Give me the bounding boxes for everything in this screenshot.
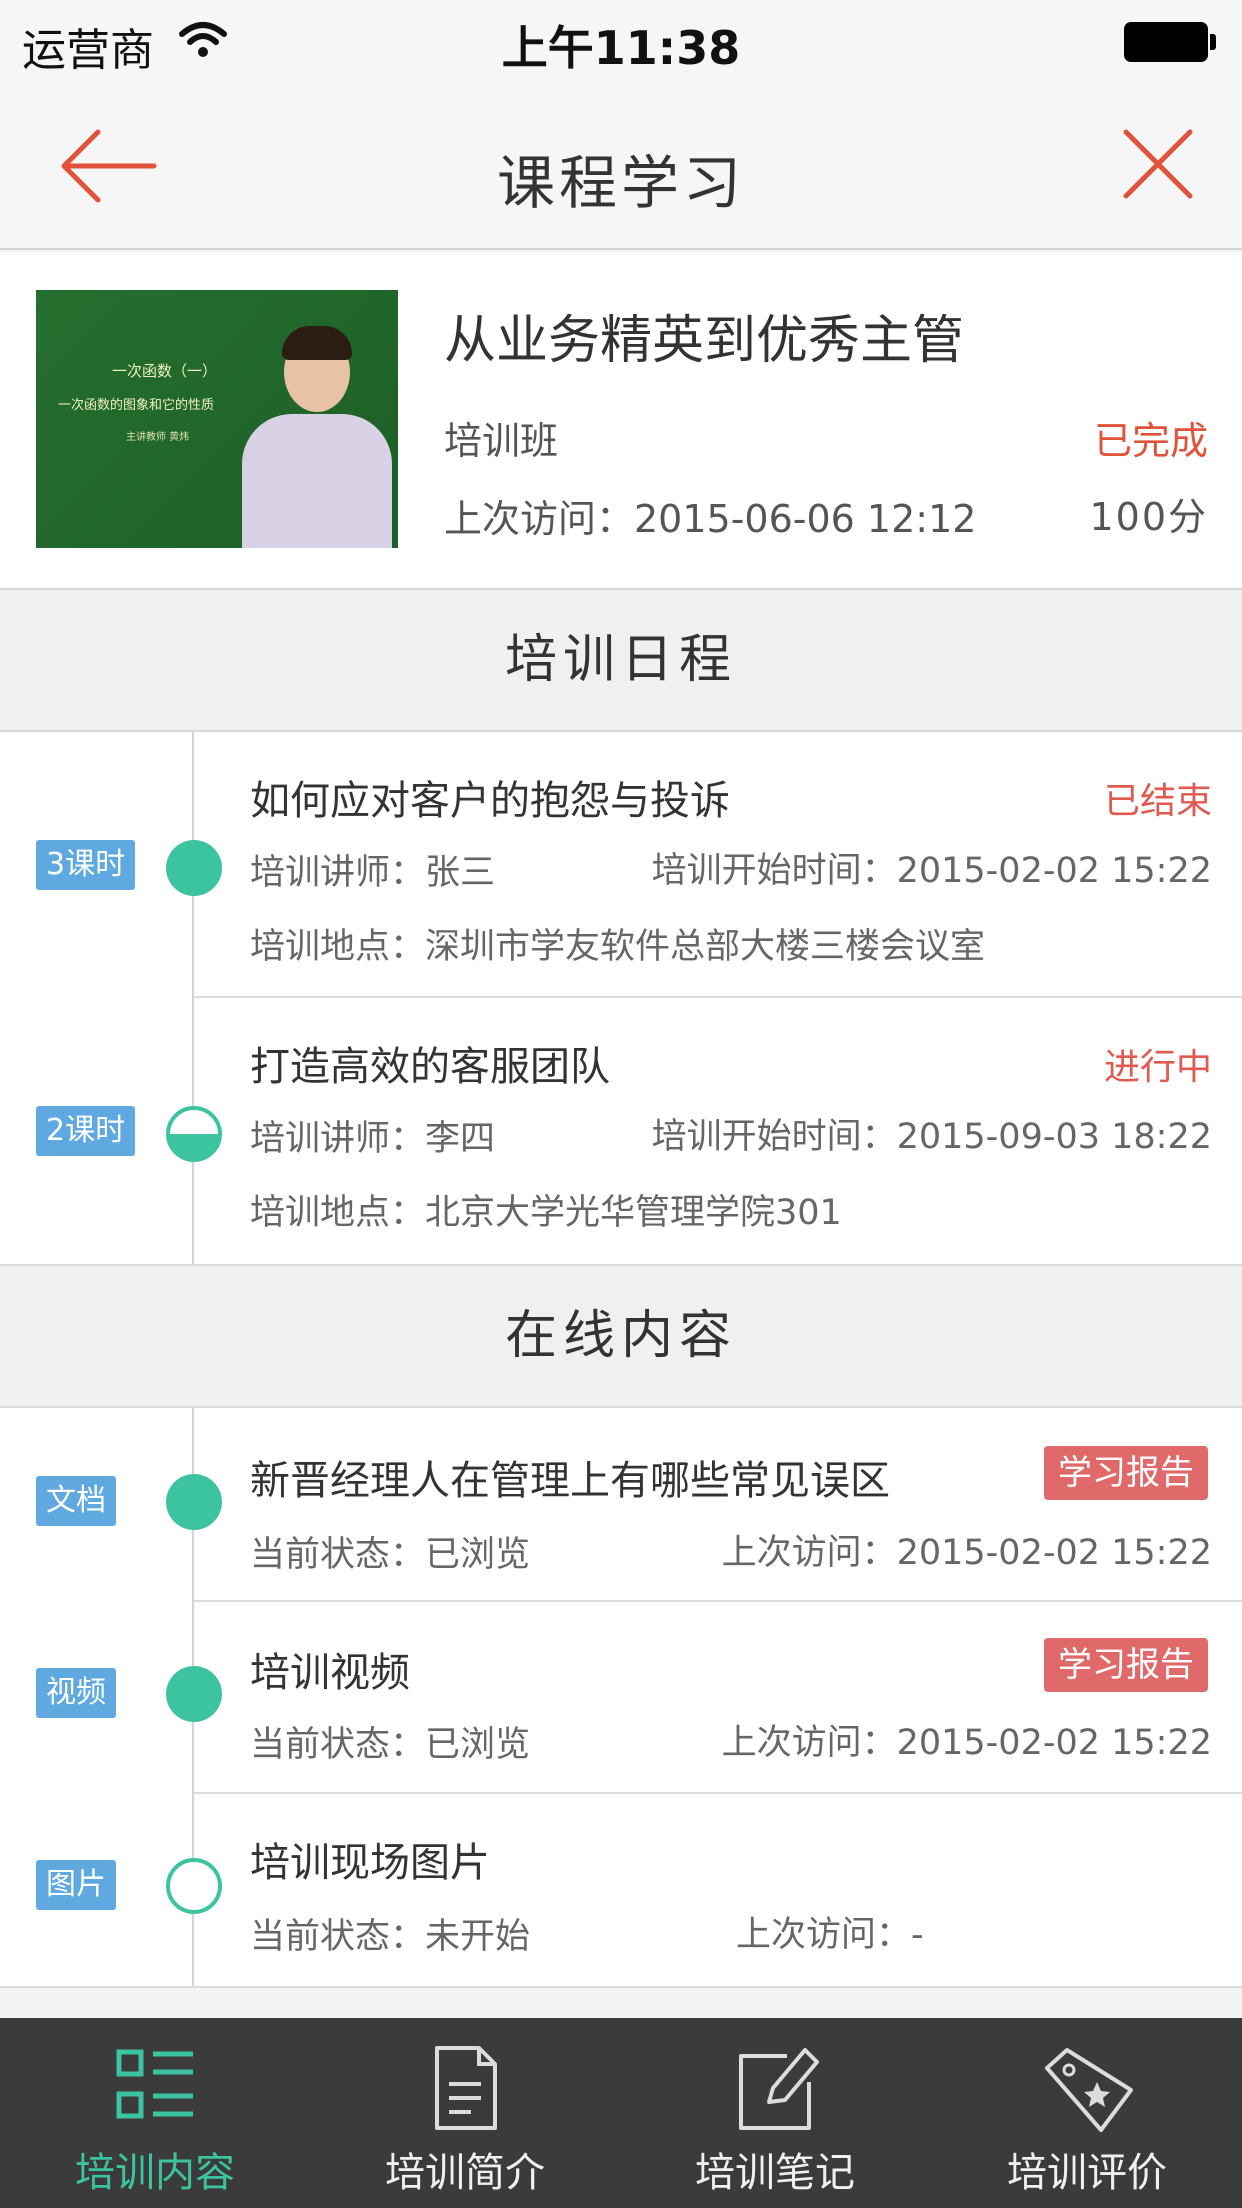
thumbnail-line-1: 一次函数（一） xyxy=(112,362,218,380)
schedule-title: 如何应对客户的抱怨与投诉 xyxy=(250,778,730,824)
study-report-button[interactable]: 学习报告 xyxy=(1044,1638,1208,1692)
tab-training-notes[interactable]: 培训笔记 xyxy=(620,2018,930,2208)
schedule-start-time: 培训开始时间：2015-09-03 18:22 xyxy=(651,1117,1212,1157)
tab-label: 培训笔记 xyxy=(695,2150,855,2196)
content-title: 培训视频 xyxy=(250,1650,410,1696)
schedule-location: 培训地点：深圳市学友软件总部大楼三楼会议室 xyxy=(250,927,986,967)
status-half-icon xyxy=(166,1106,222,1162)
nav-bar: 课程学习 xyxy=(0,86,1242,250)
course-card[interactable]: 一次函数（一） 一次函数的图象和它的性质 主讲教师 黄炜 从业务精英到优秀主管 … xyxy=(0,252,1242,588)
tab-label: 培训内容 xyxy=(75,2150,235,2196)
status-filled-icon xyxy=(166,1474,222,1530)
course-title: 从业务精英到优秀主管 xyxy=(444,311,965,371)
status-filled-icon xyxy=(166,840,222,896)
lesson-count-tag: 3课时 xyxy=(36,840,136,890)
content-type-tag: 视频 xyxy=(36,1668,116,1718)
thumbnail-line-3: 主讲教师 黄炜 xyxy=(126,432,190,443)
list-icon xyxy=(116,2049,193,2119)
online-header: 在线内容 xyxy=(0,1264,1242,1408)
content-type-tag: 文档 xyxy=(36,1476,116,1526)
tab-training-intro[interactable]: 培训简介 xyxy=(310,2018,620,2208)
edit-note-icon xyxy=(739,2048,819,2130)
schedule-start-time: 培训开始时间：2015-02-02 15:22 xyxy=(651,851,1212,891)
online-item[interactable]: 图片 培训现场图片 当前状态：未开始 上次访问：- xyxy=(0,1794,1242,1988)
schedule-item[interactable]: 3课时 如何应对客户的抱怨与投诉 已结束 培训讲师：张三 培训开始时间：2015… xyxy=(0,732,1242,998)
schedule-location: 培训地点：北京大学光华管理学院301 xyxy=(250,1193,842,1233)
tab-label: 培训简介 xyxy=(385,2150,545,2196)
content-state: 当前状态：已浏览 xyxy=(250,1535,531,1575)
tab-training-content[interactable]: 培训内容 xyxy=(0,2018,310,2208)
schedule-title: 打造高效的客服团队 xyxy=(250,1044,610,1090)
schedule-lecturer: 培训讲师：张三 xyxy=(250,853,496,893)
content-state: 当前状态：已浏览 xyxy=(250,1725,531,1765)
status-filled-icon xyxy=(166,1666,222,1722)
lesson-count-tag: 2课时 xyxy=(36,1106,136,1156)
course-score: 100分 xyxy=(1089,495,1208,539)
status-bar: 运营商 上午11:38 xyxy=(0,0,1242,86)
schedule-list: 3课时 如何应对客户的抱怨与投诉 已结束 培训讲师：张三 培训开始时间：2015… xyxy=(0,732,1242,1264)
document-icon xyxy=(435,2046,497,2130)
clock: 上午11:38 xyxy=(501,21,741,75)
online-list: 文档 新晋经理人在管理上有哪些常见误区 学习报告 当前状态：已浏览 上次访问：2… xyxy=(0,1408,1242,1988)
status-empty-icon xyxy=(166,1858,222,1914)
course-status: 已完成 xyxy=(1093,419,1208,463)
course-last-visit: 上次访问：2015-06-06 12:12 xyxy=(444,497,977,541)
tag-star-icon xyxy=(1045,2048,1133,2132)
content-type-tag: 图片 xyxy=(36,1860,116,1910)
content-state: 当前状态：未开始 xyxy=(250,1917,531,1957)
battery-icon xyxy=(1124,22,1216,62)
schedule-header: 培训日程 xyxy=(0,588,1242,732)
schedule-item[interactable]: 2课时 打造高效的客服团队 进行中 培训讲师：李四 培训开始时间：2015-09… xyxy=(0,998,1242,1264)
tab-label: 培训评价 xyxy=(1007,2150,1167,2196)
study-report-button[interactable]: 学习报告 xyxy=(1044,1446,1208,1500)
content-title: 培训现场图片 xyxy=(250,1840,490,1886)
schedule-state: 进行中 xyxy=(1103,1047,1212,1088)
online-item[interactable]: 视频 培训视频 学习报告 当前状态：已浏览 上次访问：2015-02-02 15… xyxy=(0,1602,1242,1794)
content-title: 新晋经理人在管理上有哪些常见误区 xyxy=(250,1458,890,1504)
tab-training-review[interactable]: 培训评价 xyxy=(932,2018,1242,2208)
content-last-visit: 上次访问：2015-02-02 15:22 xyxy=(721,1723,1212,1763)
schedule-state: 已结束 xyxy=(1103,781,1212,822)
course-thumbnail[interactable]: 一次函数（一） 一次函数的图象和它的性质 主讲教师 黄炜 xyxy=(36,290,398,548)
schedule-lecturer: 培训讲师：李四 xyxy=(250,1119,496,1159)
online-item[interactable]: 文档 新晋经理人在管理上有哪些常见误区 学习报告 当前状态：已浏览 上次访问：2… xyxy=(0,1408,1242,1602)
content-last-visit: 上次访问：- xyxy=(736,1915,924,1955)
course-type: 培训班 xyxy=(444,419,559,463)
tab-bar: 培训内容 培训简介 培训笔记 培训评价 xyxy=(0,2018,1242,2208)
content-last-visit: 上次访问：2015-02-02 15:22 xyxy=(721,1533,1212,1573)
close-icon[interactable] xyxy=(1118,124,1198,204)
page-title: 课程学习 xyxy=(496,149,745,217)
thumbnail-line-2: 一次函数的图象和它的性质 xyxy=(58,398,215,413)
